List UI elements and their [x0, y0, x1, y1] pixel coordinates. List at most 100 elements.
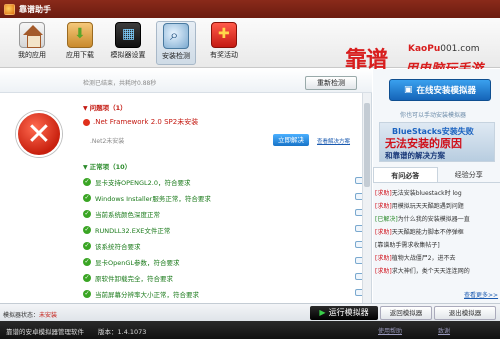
news-tag: [求助]	[375, 203, 392, 210]
news-text: 用模拟玩天天酷跑遇到问题	[391, 203, 464, 210]
tool-my-apps[interactable]: 我的应用	[12, 21, 52, 65]
exit-emulator-button[interactable]: 退出模拟器	[434, 306, 496, 320]
monitor-icon: ▣	[403, 85, 413, 95]
normal-item: ✓ 当前系统颜色深度正常	[83, 206, 368, 221]
news-text: 无法安装bluestack时 log	[391, 190, 462, 197]
news-item[interactable]: [求助]天天酷跑能力脚本不停弹框	[375, 227, 498, 239]
tool-reward-events[interactable]: 有奖活动	[204, 21, 244, 65]
normal-item: ✓ 原软件卸载完全，符合要求	[83, 270, 368, 285]
footer: 靠谱的安卓模拟器管理软件 版本：1.4.1073 使用帮助 致谢	[0, 321, 500, 339]
more-link[interactable]: 查看更多>>	[464, 290, 498, 299]
download-icon	[67, 22, 93, 48]
news-item[interactable]: [求助]无法安装bluestack时 log	[375, 188, 498, 200]
news-text: 植物大战僵尸2，进不去	[391, 255, 456, 262]
brand-url[interactable]: KaoPu001.com	[408, 44, 480, 54]
brand-url-prefix: KaoPu	[408, 44, 441, 54]
emulator-status-label: 模拟器状态：	[3, 312, 40, 319]
tool-label: 模拟器设置	[110, 51, 146, 59]
check-mark-icon: ✓	[83, 273, 91, 282]
normal-item: ✓ RUNDLL32.EXE文件正常	[83, 222, 368, 237]
footer-app-name: 靠谱的安卓模拟器管理软件	[6, 328, 84, 336]
news-item[interactable]: [求助]用模拟玩天天酷跑遇到问题	[375, 201, 498, 213]
window-title: 靠谱助手	[19, 4, 51, 14]
gift-icon	[211, 22, 237, 48]
install-label: 在线安装模拟器	[416, 86, 477, 96]
return-emulator-button[interactable]: 返回模拟器	[380, 306, 432, 320]
normal-item-text: RUNDLL32.EXE文件正常	[95, 226, 171, 235]
home-icon	[19, 22, 45, 48]
collapse-arrow-icon: ▼	[83, 164, 88, 171]
news-item[interactable]: [已解决]为什么我的安装模拟器一直	[375, 214, 498, 226]
main-toolbar: 我的应用 应用下载 模拟器设置 安装检测 有奖活动 靠谱 KaoPu001.co…	[0, 18, 500, 77]
problems-title-text: 问题项（1）	[89, 104, 127, 112]
view-solution-link[interactable]: 查看解决方案	[317, 137, 350, 145]
normal-item: ✓ 显卡OpenGL参数，符合要求	[83, 254, 368, 269]
normal-item-text: 显卡支持OPENGL2.0，符合要求	[95, 178, 191, 187]
recheck-button[interactable]: 重新检测	[305, 76, 357, 90]
normal-item-text: 该系统符合要求	[95, 242, 141, 251]
check-mark-icon: ✓	[83, 225, 91, 234]
check-mark-icon: ✓	[83, 257, 91, 266]
tool-install-check[interactable]: 安装检测	[156, 21, 196, 65]
normal-item-text: 当前系统颜色深度正常	[95, 210, 160, 219]
news-tag: [求助]	[375, 229, 392, 236]
title-bar: 靠谱助手 ⚙ 设置 — □ ✕	[0, 0, 500, 303]
news-tag: [求助]	[375, 190, 392, 197]
tool-label: 安装检测	[162, 52, 190, 60]
check-mark-icon: ✓	[83, 241, 91, 250]
qa-tabs: 有问必答 经验分享	[373, 167, 500, 183]
banner-line-2: 无法安装的原因	[385, 137, 462, 150]
check-header: 检测已结束，共耗时0.88秒 重新检测	[0, 69, 372, 93]
problem-sub-text: .Net2未安装	[90, 138, 125, 145]
help-link[interactable]: 使用帮助	[378, 326, 402, 335]
check-icon	[163, 23, 189, 49]
emulator-settings-icon	[115, 22, 141, 48]
scroll-thumb[interactable]	[364, 103, 370, 187]
check-status-text: 检测已结束，共耗时0.88秒	[83, 80, 157, 87]
news-tag: [求助]	[375, 255, 392, 262]
news-item[interactable]: [靠谱助手需求收集帖子]	[375, 240, 498, 252]
news-tag: [求助]	[375, 268, 392, 275]
normal-item-text: 当前屏幕分辨率大小正常，符合要求	[95, 290, 199, 299]
fix-now-button[interactable]: 立即解决	[273, 134, 309, 146]
normal-title-text: 正常项（10）	[89, 163, 132, 171]
news-item[interactable]: [求助]求大神们，类个天天连连网的	[375, 266, 498, 278]
problem-text: .Net Framework 2.0 SP2未安装	[93, 118, 199, 126]
normal-item: ✓ 当前屏幕分辨率大小正常，符合要求	[83, 286, 368, 301]
error-x-icon: ✕	[16, 111, 62, 157]
problem-item: .Net Framework 2.0 SP2未安装	[83, 117, 198, 127]
check-mark-icon: ✓	[83, 193, 91, 202]
check-mark-icon: ✓	[83, 177, 91, 186]
tool-emulator-settings[interactable]: 模拟器设置	[108, 21, 148, 65]
footer-version: 版本：1.4.1073	[98, 328, 147, 336]
normal-section-title[interactable]: ▼ 正常项（10）	[83, 161, 131, 171]
problem-subtext: .Net2未安装	[90, 136, 124, 145]
tab-experience[interactable]: 经验分享	[438, 167, 500, 182]
tool-app-download[interactable]: 应用下载	[60, 21, 100, 65]
play-icon: ▶	[319, 308, 326, 317]
run-label: 运行模拟器	[328, 308, 369, 317]
news-item[interactable]: [求助]植物大战僵尸2，进不去	[375, 253, 498, 265]
check-scrollbar[interactable]	[362, 93, 371, 303]
check-mark-icon: ✓	[83, 289, 91, 298]
tab-qa[interactable]: 有问必答	[373, 167, 438, 182]
tool-label: 我的应用	[18, 51, 46, 59]
news-text: 为什么我的安装模拟器一直	[397, 216, 470, 223]
news-text: [靠谱助手需求收集帖子]	[375, 242, 440, 249]
check-mark-icon: ✓	[83, 209, 91, 218]
normal-item-text: 原软件卸载完全，符合要求	[95, 274, 173, 283]
side-panel: ▣ 在线安装模拟器 你也可以手动安装模拟器 BlueStacks安装失败 无法安…	[373, 69, 500, 303]
normal-item-text: Windows Installer服务正常，符合要求	[95, 194, 211, 203]
manual-install-link[interactable]: 你也可以手动安装模拟器	[400, 110, 466, 119]
normal-item: ✓ 该系统符合要求	[83, 238, 368, 253]
tool-label: 有奖活动	[210, 51, 238, 59]
run-emulator-button[interactable]: ▶ 运行模拟器	[310, 306, 378, 320]
check-panel: 检测已结束，共耗时0.88秒 重新检测 ✕ ▼ 问题项（1） .Net Frame…	[0, 69, 372, 303]
app-logo-icon	[4, 3, 15, 15]
promo-banner[interactable]: BlueStacks安装失败 无法安装的原因 和靠谱的解决方案	[379, 122, 495, 162]
banner-line-3: 和靠谱的解决方案	[385, 151, 445, 160]
problems-section-title[interactable]: ▼ 问题项（1）	[83, 102, 127, 112]
brand-url-suffix: 001.com	[440, 44, 480, 54]
online-install-button[interactable]: ▣ 在线安装模拟器	[389, 79, 491, 101]
ack-link[interactable]: 致谢	[438, 326, 450, 335]
